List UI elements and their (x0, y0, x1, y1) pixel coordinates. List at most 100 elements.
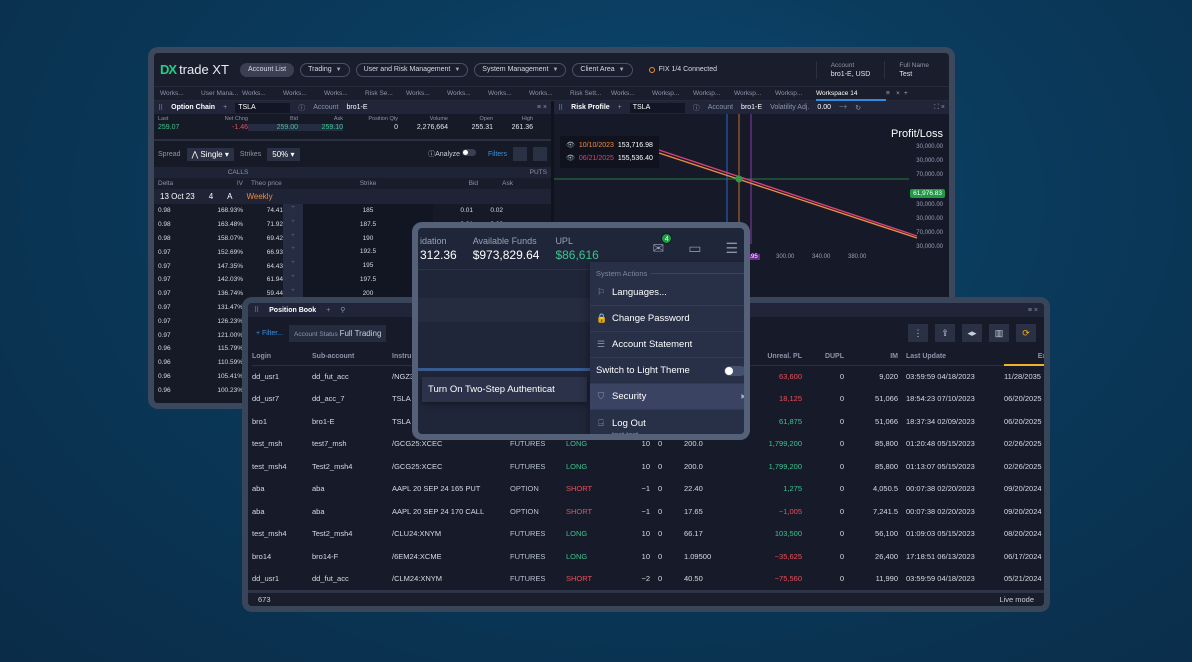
table-row[interactable]: test_msh4 Test2_msh4/CLU24:XNYM FUTURES LON… (252, 523, 1044, 546)
workspace-tab-active[interactable]: Workspace 14 (816, 87, 886, 101)
workspace-tab[interactable]: Works... (406, 90, 447, 97)
quote-ask[interactable]: Ask 259.10 (298, 116, 343, 131)
workspace-tab[interactable]: Risk Sett... (570, 90, 611, 97)
user-risk-menu[interactable]: User and Risk Management ▼ (355, 62, 469, 77)
client-area-menu[interactable]: Client Area ▼ (572, 62, 633, 77)
workspace-tab[interactable]: Works... (611, 90, 652, 97)
system-menu[interactable]: System Management ▼ (474, 62, 567, 77)
column-header[interactable]: Login (252, 349, 312, 366)
workspace-tab[interactable]: Works... (160, 90, 201, 97)
reset-icon[interactable]: ↻ (855, 104, 861, 112)
workspace-tab[interactable]: Worksp... (652, 90, 693, 97)
filter-button[interactable]: + Filter... (256, 330, 283, 337)
table-row[interactable]: aba aba AAPL 20 SEP 24 170 CALL OPTION SHORT… (252, 500, 1044, 523)
expiry-row[interactable]: 13 Oct 23 4 A Weekly (154, 189, 551, 204)
drag-handle-icon[interactable]: ⠿ (158, 104, 163, 112)
settings-button[interactable] (533, 147, 547, 161)
filters-link[interactable]: Filters (488, 151, 507, 158)
more-icon[interactable]: ⋮ (908, 324, 928, 342)
workspace-tab[interactable]: Works... (242, 90, 283, 97)
column-header[interactable]: Sub-account (312, 349, 392, 366)
refresh-icon[interactable]: ⟳ (1016, 324, 1036, 342)
menu-item-account-statement[interactable]: ☰ Account Statement (590, 332, 744, 358)
spread-select[interactable]: ⋀ Single ▾ (186, 147, 234, 161)
table-row[interactable]: test_msh4 Test2_msh4/GCG25:XCEC FUTURES LON… (252, 455, 1044, 478)
strikes-select[interactable]: 50% ▾ (267, 147, 300, 161)
drag-handle-icon[interactable]: ⠿ (254, 306, 259, 314)
workspace-tab[interactable]: Risk Se... (365, 90, 406, 97)
menu-item-security[interactable]: ⛉ Security ▶ (590, 384, 744, 410)
y-tick: 30,000.00 (916, 244, 943, 250)
expand-close-icon[interactable]: ⛶ × (934, 104, 945, 112)
menu-item-theme-toggle[interactable]: Switch to Light Theme (590, 358, 744, 384)
mail-icon[interactable]: ✉ 4 (652, 233, 673, 257)
workspace-tab[interactable]: Works... (529, 90, 570, 97)
upl-label: UPL (555, 235, 573, 246)
workspace-tab[interactable]: Worksp... (693, 90, 734, 97)
add-call-icon[interactable]: + (283, 217, 303, 232)
menu-item-change-password[interactable]: 🔒 Change Password (590, 306, 744, 332)
eye-icon[interactable]: 👁 (566, 142, 575, 149)
hamburger-menu-icon[interactable]: ☰ (725, 240, 738, 257)
add-call-icon[interactable]: + (283, 245, 303, 260)
workspace-tab[interactable]: Works... (283, 90, 324, 97)
quote-value: 259.00 (248, 124, 298, 131)
table-row[interactable]: dd_usr1 dd_fut_acc/CLM24:XNYM FUTURES SHORT… (252, 568, 1044, 591)
add-call-icon[interactable]: + (283, 231, 303, 246)
table-row[interactable]: aba aba AAPL 20 SEP 24 165 PUT OPTION SHORT −… (252, 478, 1044, 501)
account-value[interactable]: bro1-E (741, 104, 762, 111)
workspace-tab[interactable]: User Mana... (201, 90, 242, 97)
menu-icon[interactable]: ≡ (886, 90, 896, 97)
trading-menu[interactable]: Trading ▼ (300, 62, 350, 77)
columns-icon[interactable]: ▥ (989, 324, 1009, 342)
column-header[interactable]: IM (852, 349, 906, 366)
account-list-button[interactable]: Account List (240, 62, 295, 77)
menu-icon[interactable]: ≡ × (537, 104, 547, 111)
menu-close-icon[interactable]: ≡ × (1028, 307, 1038, 314)
workspace-tab[interactable]: Works... (447, 90, 488, 97)
volatility-input[interactable]: 0.00 (817, 104, 831, 111)
add-icon[interactable]: + (326, 307, 330, 314)
drag-handle-icon[interactable]: ⠿ (558, 104, 563, 112)
symbol-input[interactable]: TSLA (629, 102, 685, 113)
quote-bid[interactable]: Bid 259.00 (248, 116, 298, 131)
workspace-tab[interactable]: Works... (324, 90, 365, 97)
info-icon[interactable]: ⓘ (298, 103, 305, 113)
workspace-tab[interactable]: Worksp... (734, 90, 775, 97)
link-icon[interactable]: ⚲ (340, 306, 345, 314)
chain-row[interactable]: 0.98 168.93% 74.41 +185 0.01 0.02 (154, 204, 551, 218)
eye-icon[interactable]: 👁 (566, 155, 575, 162)
add-call-icon[interactable]: + (283, 204, 303, 218)
legend-item[interactable]: 👁 06/21/2025 155,536.40 (566, 152, 653, 165)
add-icon[interactable]: + (223, 104, 227, 111)
columns-button[interactable] (513, 147, 527, 161)
column-header[interactable]: DUPL (810, 349, 852, 366)
info-icon[interactable]: ⓘ (693, 103, 700, 113)
theme-toggle-switch[interactable] (724, 365, 744, 376)
add-icon[interactable]: + (618, 104, 622, 111)
table-row[interactable]: bro14 bro14-F/6EM24:XCME FUTURES LONG 10 0 1.0… (252, 545, 1044, 568)
split-icon[interactable]: ◂▸ (962, 324, 982, 342)
cell-dupl: 0 (839, 461, 844, 471)
workspace-tab[interactable]: Works... (488, 90, 529, 97)
account-value[interactable]: bro1-E (346, 104, 367, 111)
account-status-filter[interactable]: Account Status Full Trading (289, 324, 387, 342)
cell-price: 40.50 (684, 574, 703, 584)
column-header[interactable]: Last Update (906, 349, 1004, 366)
column-header[interactable]: Expiration (1004, 349, 1044, 366)
close-icon[interactable]: × (896, 90, 904, 97)
add-call-icon[interactable]: + (283, 259, 303, 273)
layout-icon[interactable]: ▭ (688, 240, 701, 257)
column-header[interactable]: Unreal. PL (740, 349, 810, 366)
analyze-toggle[interactable]: ⓘAnalyze (428, 149, 476, 159)
two-step-auth-item[interactable]: Turn On Two-Step Authenticat (422, 377, 587, 402)
add-call-icon[interactable]: + (283, 272, 303, 287)
toggle-switch[interactable] (461, 149, 476, 156)
add-tab-icon[interactable]: + (904, 90, 912, 97)
export-icon[interactable]: ⇪ (935, 324, 955, 342)
workspace-tab[interactable]: Worksp... (775, 90, 816, 97)
menu-item-languages[interactable]: ⚐ Languages... (590, 280, 744, 306)
symbol-input[interactable]: TSLA (235, 102, 291, 113)
legend-item[interactable]: 👁 10/10/2023 153,716.98 (566, 139, 653, 152)
stepper-icon[interactable]: −+ (839, 104, 847, 111)
